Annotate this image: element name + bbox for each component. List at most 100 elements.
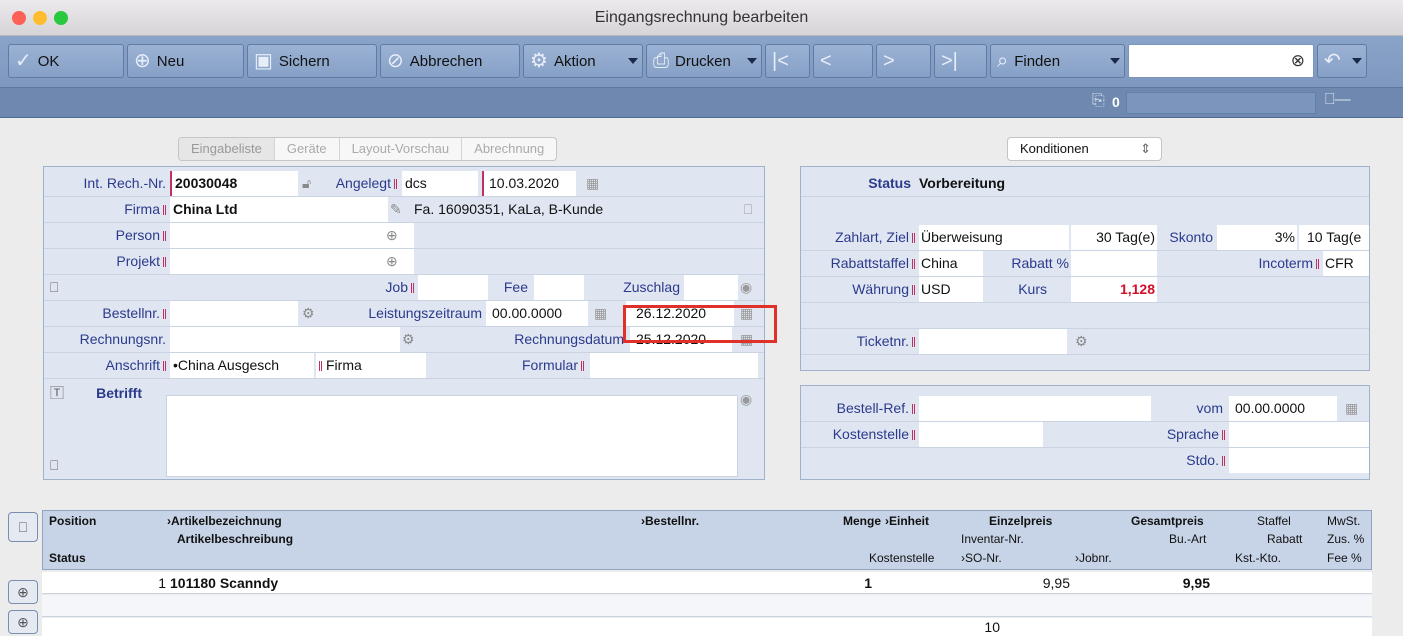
incoterm-value[interactable]: CFR: [1323, 251, 1369, 276]
tab-layout-vorschau[interactable]: Layout-Vorschau: [340, 138, 463, 160]
col-inventar[interactable]: Inventar-Nr.: [961, 532, 1024, 546]
col-rabatt[interactable]: Rabatt: [1267, 532, 1302, 546]
formular-value[interactable]: [590, 353, 758, 378]
col-fee[interactable]: Fee %: [1327, 551, 1362, 565]
calendar-icon[interactable]: ▦: [594, 301, 607, 326]
note-icon[interactable]: ⎕: [744, 197, 752, 222]
note-icon[interactable]: ⎕: [50, 275, 58, 300]
vom-value[interactable]: 00.00.0000: [1229, 396, 1337, 421]
next-record-button[interactable]: >: [876, 44, 931, 78]
col-kostenstelle[interactable]: Kostenstelle: [869, 551, 934, 565]
expand-grid-button[interactable]: ⎕: [8, 512, 38, 542]
table-row[interactable]: 10: [42, 618, 1372, 636]
last-record-button[interactable]: >|: [934, 44, 987, 78]
col-artikelbeschreibung[interactable]: Artikelbeschreibung: [177, 532, 293, 546]
ok-button[interactable]: ✓ OK: [8, 44, 124, 78]
rabattstaffel-value[interactable]: China: [919, 251, 983, 276]
sprache-value[interactable]: [1229, 422, 1369, 447]
col-sonr[interactable]: ›SO-Nr.: [961, 551, 1002, 565]
anschrift-type[interactable]: Firma: [316, 353, 426, 378]
kurs-value[interactable]: 1,128: [1071, 277, 1157, 302]
previous-record-button[interactable]: <: [813, 44, 873, 78]
konditionen-select[interactable]: Konditionen ⇕: [1007, 137, 1162, 161]
rabatt-value[interactable]: [1071, 251, 1157, 276]
firma-value[interactable]: China Ltd: [170, 197, 388, 222]
skonto-days[interactable]: 10 Tag(e: [1299, 225, 1369, 250]
pencil-icon[interactable]: ✎: [390, 197, 402, 222]
reply-button[interactable]: ↶: [1317, 44, 1367, 78]
job-value[interactable]: [418, 275, 488, 300]
col-menge[interactable]: Menge: [843, 514, 881, 528]
col-einheit[interactable]: ›Einheit: [885, 514, 929, 528]
table-row[interactable]: 1 101180 Scanndy 1 9,95 9,95: [42, 572, 1372, 594]
col-bestellnr[interactable]: ›Bestellnr.: [641, 514, 699, 528]
lock-icon[interactable]: 🔓︎: [302, 171, 311, 196]
betrifft-textarea[interactable]: [166, 395, 738, 477]
zahlart-value[interactable]: Überweisung: [919, 225, 1069, 250]
row-rabattstaffel: Rabattstaffel China Rabatt % Incoterm CF…: [801, 251, 1369, 277]
add-projekt-icon[interactable]: ⊕: [386, 249, 398, 274]
gear-icon[interactable]: ⚙: [302, 301, 315, 326]
tab-eingabeliste[interactable]: Eingabeliste: [179, 138, 275, 160]
aktion-button[interactable]: ⚙ Aktion: [523, 44, 643, 78]
col-position[interactable]: Position: [49, 514, 96, 528]
attachment-icon[interactable]: ⎘: [1092, 92, 1105, 110]
gear-icon[interactable]: ⚙: [402, 327, 415, 352]
gear-icon[interactable]: ⚙: [1075, 329, 1088, 354]
add-row-button[interactable]: ⊕: [8, 580, 38, 604]
search-input[interactable]: ⊗: [1128, 44, 1314, 78]
col-einzelpreis[interactable]: Einzelpreis: [989, 514, 1052, 528]
stdo-value[interactable]: [1229, 448, 1369, 473]
int-rech-label: Int. Rech.-Nr.: [83, 175, 166, 191]
col-gesamtpreis[interactable]: Gesamtpreis: [1131, 514, 1204, 528]
waehrung-value[interactable]: USD: [919, 277, 983, 302]
tab-geraete[interactable]: Geräte: [275, 138, 340, 160]
fee-value[interactable]: [534, 275, 584, 300]
kostenstelle-value[interactable]: [919, 422, 1043, 447]
clear-search-icon[interactable]: ⊗: [1291, 51, 1305, 71]
abbrechen-button[interactable]: ⊘ Abbrechen: [380, 44, 520, 78]
text-format-icon[interactable]: 🅃︎: [50, 381, 64, 406]
job-label: Job: [344, 275, 414, 300]
skonto-pct[interactable]: 3%: [1217, 225, 1297, 250]
chevron-down-icon: [1110, 58, 1120, 64]
field-marker: [912, 285, 915, 296]
anschrift-value[interactable]: •China Ausgesch: [170, 353, 314, 378]
eye-icon[interactable]: ◉: [740, 387, 752, 412]
angelegt-date[interactable]: 10.03.2020: [482, 171, 576, 196]
person-value[interactable]: [170, 223, 414, 248]
add-person-icon[interactable]: ⊕: [386, 223, 398, 248]
drucken-button[interactable]: ⎙ Drucken: [646, 44, 762, 78]
col-mwst[interactable]: MwSt.: [1327, 514, 1360, 528]
zuschlag-value[interactable]: [684, 275, 738, 300]
tab-abrechnung[interactable]: Abrechnung: [462, 138, 556, 160]
rechnungsnr-value[interactable]: [170, 327, 400, 352]
incoterm-label: Incoterm: [1181, 251, 1319, 276]
leistung-from[interactable]: 00.00.0000: [486, 301, 588, 326]
eye-icon[interactable]: ◉: [740, 275, 752, 300]
ziel-days[interactable]: 30 Tag(e): [1071, 225, 1157, 250]
col-zus[interactable]: Zus. %: [1327, 532, 1364, 546]
calendar-icon[interactable]: ▦: [586, 171, 599, 196]
sichern-button[interactable]: ▣ Sichern: [247, 44, 377, 78]
col-status[interactable]: Status: [49, 551, 86, 565]
note-icon[interactable]: ⎕: [50, 453, 58, 478]
col-buart[interactable]: Bu.-Art: [1169, 532, 1206, 546]
col-staffel[interactable]: Staffel: [1257, 514, 1291, 528]
angelegt-user[interactable]: dcs: [402, 171, 478, 196]
col-artikelbezeichnung[interactable]: ›Artikelbezeichnung: [167, 514, 282, 528]
col-jobnr[interactable]: ›Jobnr.: [1075, 551, 1112, 565]
finden-button[interactable]: ⌕ Finden: [990, 44, 1125, 78]
insert-row-button[interactable]: ⊕: [8, 610, 38, 634]
col-kstkto[interactable]: Kst.-Kto.: [1235, 551, 1281, 565]
int-rech-value[interactable]: 20030048: [170, 171, 298, 196]
notes-icon[interactable]: ⎕—: [1325, 91, 1351, 109]
bestellref-value[interactable]: [919, 396, 1151, 421]
first-record-button[interactable]: |<: [765, 44, 810, 78]
ticketnr-value[interactable]: [919, 329, 1067, 354]
projekt-value[interactable]: [170, 249, 414, 274]
table-row[interactable]: [42, 595, 1372, 617]
bestellnr-value[interactable]: [170, 301, 298, 326]
calendar-icon[interactable]: ▦: [1345, 396, 1358, 421]
neu-button[interactable]: ⊕ Neu: [127, 44, 244, 78]
